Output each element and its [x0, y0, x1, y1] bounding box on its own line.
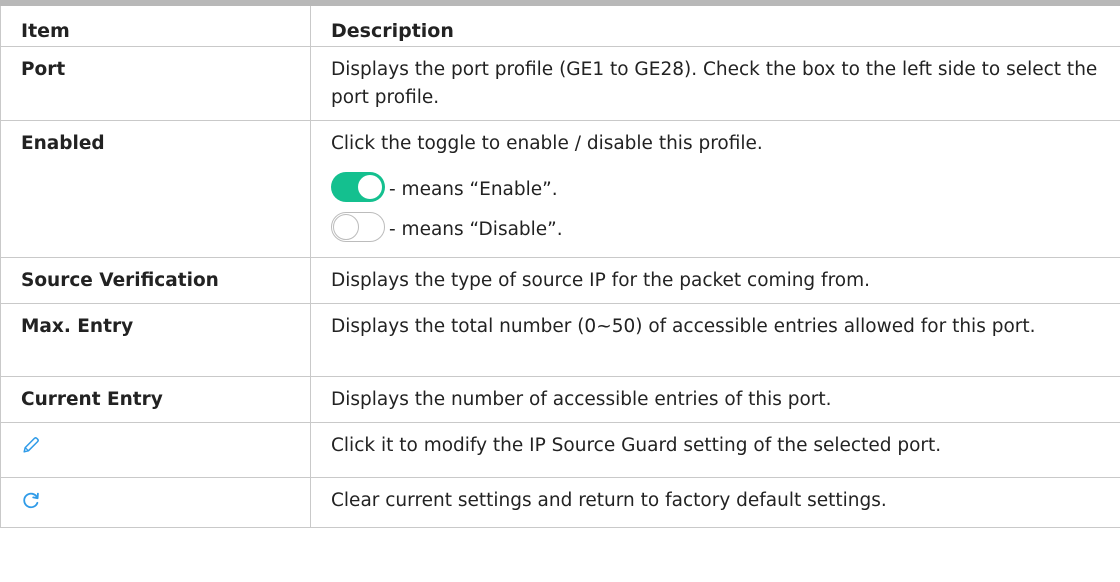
item-port: Port: [0, 45, 311, 121]
table-row: Current Entry Displays the number of acc…: [0, 375, 1120, 423]
refresh-icon: [23, 492, 39, 508]
description-source-verification: Displays the type of source IP for the p…: [310, 256, 1120, 304]
header-item: Item: [0, 0, 311, 47]
description-current-entry: Displays the number of accessible entrie…: [310, 375, 1120, 423]
table-row: Max. Entry Displays the total number (0~…: [0, 302, 1120, 377]
item-edit: [0, 421, 311, 478]
description-port: Displays the port profile (GE1 to GE28).…: [310, 45, 1120, 121]
table-row: Port Displays the port profile (GE1 to G…: [0, 45, 1120, 121]
pencil-icon: [23, 436, 39, 453]
toggle-on-example: - means “Enable”.: [331, 168, 1100, 202]
table-row: Click it to modify the IP Source Guard s…: [0, 421, 1120, 478]
item-current-entry: Current Entry: [0, 375, 311, 423]
item-source-verification: Source Verification: [0, 256, 311, 304]
description-enabled: Click the toggle to enable / disable thi…: [310, 119, 1120, 258]
toggle-off-text: - means “Disable”.: [389, 218, 563, 240]
description-edit: Click it to modify the IP Source Guard s…: [310, 421, 1120, 478]
toggle-off-icon: [331, 211, 385, 242]
table-row: Clear current settings and return to fac…: [0, 476, 1120, 528]
item-reset: [0, 476, 311, 528]
description-reset: Clear current settings and return to fac…: [310, 476, 1120, 528]
description-table: Item Description Port Displays the port …: [0, 0, 1120, 528]
table-row: Source Verification Displays the type of…: [0, 256, 1120, 304]
description-max-entry: Displays the total number (0~50) of acce…: [310, 302, 1120, 377]
table-header-row: Item Description: [0, 0, 1120, 47]
enabled-description-text: Click the toggle to enable / disable thi…: [331, 132, 763, 154]
table-row: Enabled Click the toggle to enable / dis…: [0, 119, 1120, 258]
item-enabled: Enabled: [0, 119, 311, 258]
toggle-off-example: - means “Disable”.: [331, 208, 1100, 242]
header-description: Description: [310, 0, 1120, 47]
toggle-on-text: - means “Enable”.: [389, 178, 558, 200]
item-max-entry: Max. Entry: [0, 302, 311, 377]
toggle-on-icon: [331, 171, 385, 202]
